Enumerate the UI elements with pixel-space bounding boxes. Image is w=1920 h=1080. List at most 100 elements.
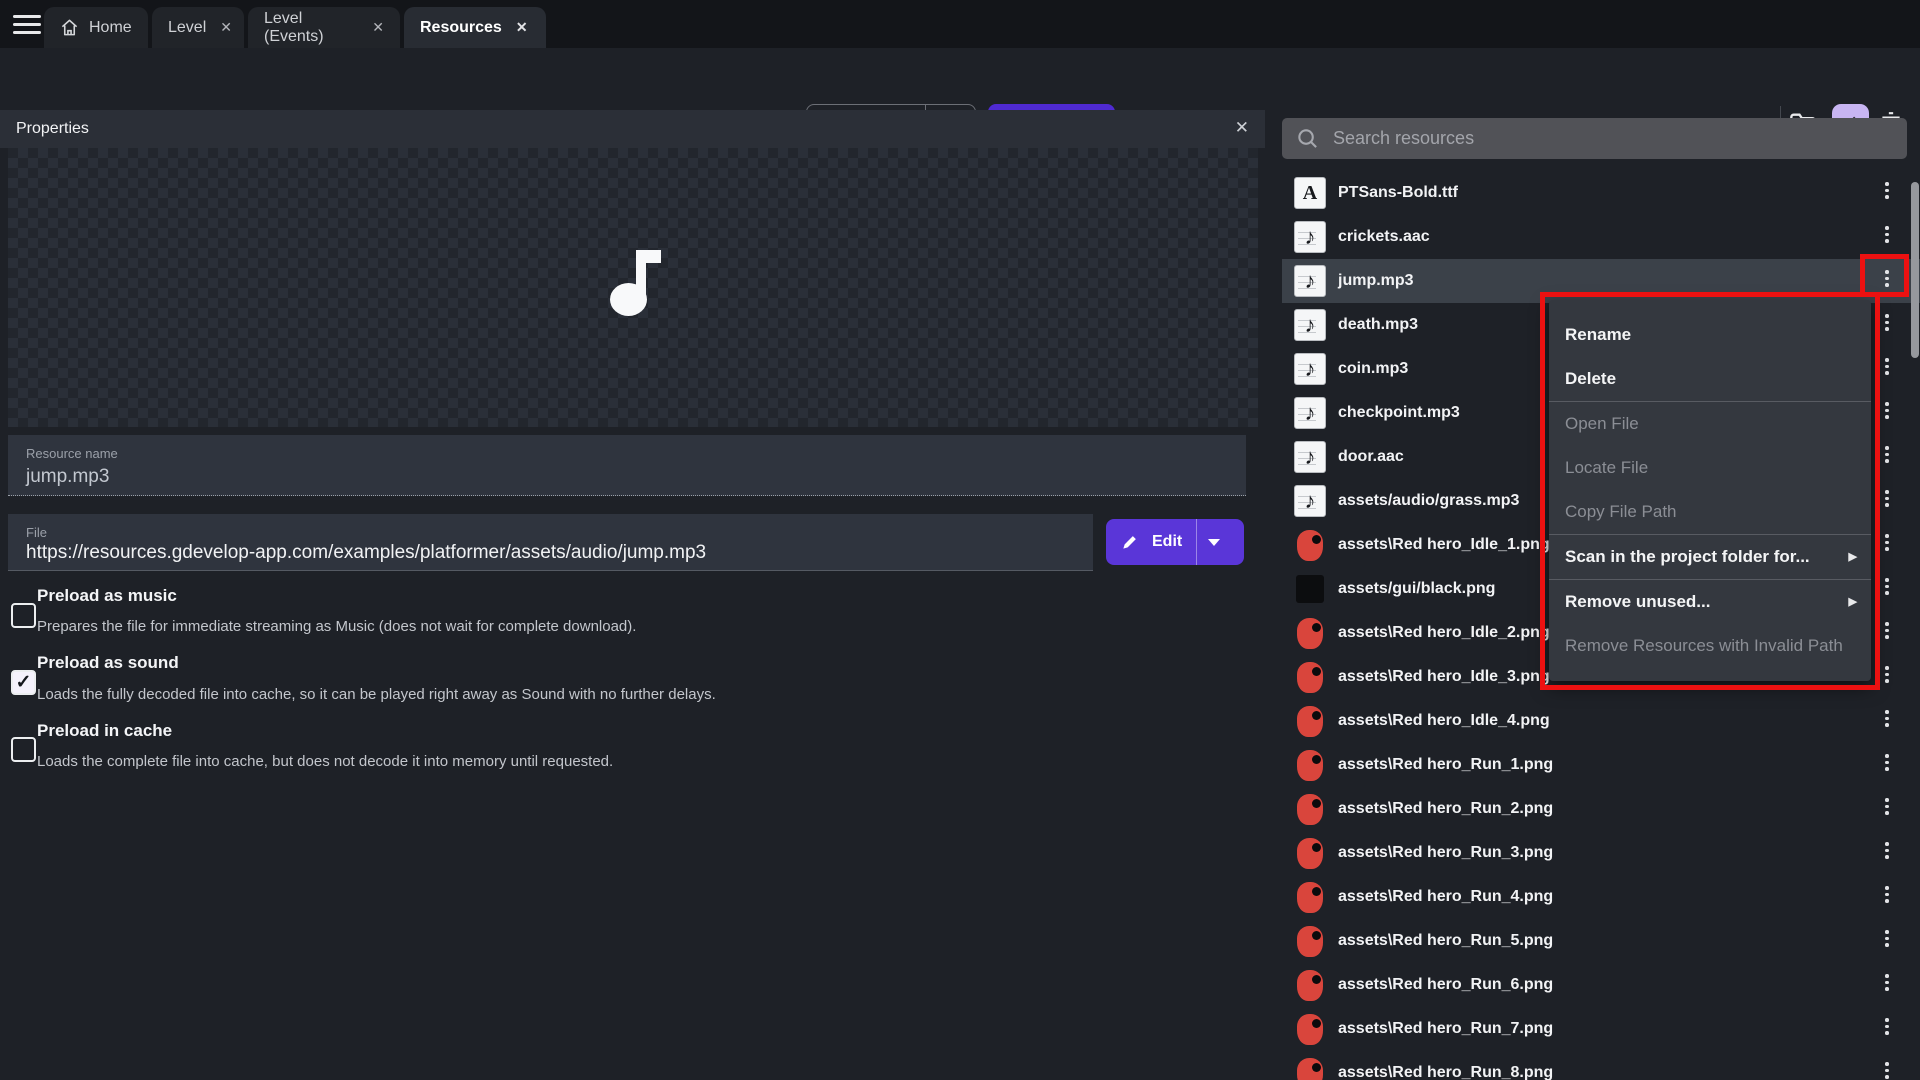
resource-name: assets\Red hero_Idle_3.png (1338, 668, 1550, 686)
kebab-menu-icon[interactable] (1878, 226, 1896, 248)
kebab-menu-icon[interactable] (1878, 886, 1896, 908)
kebab-menu-icon[interactable] (1878, 182, 1896, 204)
checkbox-label: Preload in cache (37, 721, 172, 741)
edit-split-button: Edit (1106, 519, 1244, 565)
menu-item-scan-in-the-project-folder-for[interactable]: Scan in the project folder for... ▶ (1549, 535, 1871, 579)
resource-list-item[interactable]: assets\Red hero_Run_7.png (1282, 1007, 1920, 1051)
kebab-menu-icon[interactable] (1878, 622, 1896, 644)
kebab-menu-icon[interactable] (1878, 358, 1896, 380)
checkbox-label: Preload as music (37, 586, 177, 606)
kebab-menu-icon[interactable] (1878, 710, 1896, 732)
tab-home[interactable]: Home (44, 7, 148, 48)
properties-close-icon[interactable]: ✕ (1235, 118, 1249, 138)
audio-file-icon: ♪ (1294, 265, 1326, 297)
resource-name-label: Resource name (26, 446, 118, 461)
tab-close-icon[interactable]: ✕ (516, 19, 528, 36)
home-icon (60, 18, 79, 37)
kebab-menu-icon[interactable] (1878, 798, 1896, 820)
chevron-down-icon (1208, 539, 1220, 546)
kebab-menu-icon[interactable] (1878, 490, 1896, 512)
red-hero-sprite-icon (1297, 794, 1323, 825)
resource-name-field[interactable]: Resource name jump.mp3 (8, 435, 1246, 496)
kebab-menu-icon[interactable] (1878, 402, 1896, 424)
kebab-menu-icon[interactable] (1878, 842, 1896, 864)
tab-label: Resources (420, 19, 502, 37)
checkbox[interactable] (11, 603, 36, 628)
audio-file-icon: ♪ (1294, 353, 1326, 385)
checkbox-description: Prepares the file for immediate streamin… (37, 618, 636, 635)
kebab-menu-icon[interactable] (1878, 578, 1896, 600)
font-file-icon: A (1294, 177, 1326, 209)
resource-name: assets\Red hero_Run_2.png (1338, 800, 1553, 818)
checkbox[interactable] (11, 737, 36, 762)
kebab-menu-icon[interactable] (1878, 270, 1896, 292)
menu-item-remove-unused[interactable]: Remove unused... ▶ (1549, 580, 1871, 624)
resource-list-item[interactable]: ♪ crickets.aac (1282, 215, 1920, 259)
kebab-menu-icon[interactable] (1878, 666, 1896, 688)
resource-list-item[interactable]: assets\Red hero_Run_3.png (1282, 831, 1920, 875)
kebab-menu-icon[interactable] (1878, 314, 1896, 336)
black-image-icon (1296, 575, 1324, 603)
resource-name: assets\Red hero_Run_1.png (1338, 756, 1553, 774)
file-field[interactable]: File https://resources.gdevelop-app.com/… (8, 514, 1093, 571)
resource-list-item[interactable]: assets\Red hero_Run_4.png (1282, 875, 1920, 919)
kebab-menu-icon[interactable] (1878, 930, 1896, 952)
kebab-menu-icon[interactable] (1878, 1062, 1896, 1080)
resource-list-item[interactable]: ♪ jump.mp3 (1282, 259, 1920, 303)
tab-close-icon[interactable]: ✕ (372, 19, 384, 36)
tab-bar: Home Level ✕ Level (Events) ✕ Resources … (0, 0, 1920, 48)
kebab-menu-icon[interactable] (1878, 446, 1896, 468)
submenu-arrow-icon: ▶ (1849, 535, 1857, 579)
edit-button-label: Edit (1152, 533, 1182, 551)
tab-resources[interactable]: Resources ✕ (404, 7, 546, 48)
resource-name: door.aac (1338, 448, 1404, 466)
resource-list-scrollbar[interactable] (1911, 182, 1919, 358)
red-hero-sprite-icon (1297, 706, 1323, 737)
menu-item-open-file: Open File (1549, 402, 1871, 446)
edit-button[interactable]: Edit (1106, 519, 1196, 565)
checkbox-description: Loads the fully decoded file into cache,… (37, 686, 716, 703)
resource-name: jump.mp3 (1338, 272, 1414, 290)
search-bar[interactable] (1282, 118, 1907, 159)
resource-list-item[interactable]: assets\Red hero_Run_2.png (1282, 787, 1920, 831)
red-hero-sprite-icon (1297, 838, 1323, 869)
kebab-menu-icon[interactable] (1878, 974, 1896, 996)
audio-file-icon: ♪ (1294, 221, 1326, 253)
resource-list-item[interactable]: assets\Red hero_Idle_4.png (1282, 699, 1920, 743)
checkbox[interactable]: ✓ (11, 670, 36, 695)
resource-list-item[interactable]: assets\Red hero_Run_1.png (1282, 743, 1920, 787)
menu-item-copy-file-path: Copy File Path (1549, 490, 1871, 534)
properties-panel-title: Properties (16, 120, 89, 138)
resource-list-item[interactable]: assets\Red hero_Run_6.png (1282, 963, 1920, 1007)
kebab-menu-icon[interactable] (1878, 1018, 1896, 1040)
audio-file-icon: ♪ (1294, 309, 1326, 341)
red-hero-sprite-icon (1297, 530, 1323, 561)
resource-name: PTSans-Bold.ttf (1338, 184, 1458, 202)
resource-list-item[interactable]: assets\Red hero_Run_5.png (1282, 919, 1920, 963)
edit-options-dropdown[interactable] (1197, 519, 1231, 565)
resource-name: assets\Red hero_Run_5.png (1338, 932, 1553, 950)
resource-name: death.mp3 (1338, 316, 1418, 334)
main-menu-hamburger-icon[interactable] (13, 15, 41, 34)
red-hero-sprite-icon (1297, 662, 1323, 693)
red-hero-sprite-icon (1297, 1014, 1323, 1045)
audio-file-icon: ♪ (1294, 485, 1326, 517)
resource-preview-area (8, 148, 1258, 427)
resource-name: assets\Red hero_Run_3.png (1338, 844, 1553, 862)
kebab-menu-icon[interactable] (1878, 534, 1896, 556)
checkbox-description: Loads the complete file into cache, but … (37, 753, 613, 770)
kebab-menu-icon[interactable] (1878, 754, 1896, 776)
resource-name-value: jump.mp3 (26, 466, 109, 488)
tab-label: Level (168, 19, 206, 37)
tab-close-icon[interactable]: ✕ (220, 19, 232, 36)
tab-level-events-[interactable]: Level (Events) ✕ (248, 7, 400, 48)
menu-item-rename[interactable]: Rename (1549, 313, 1871, 357)
resource-list-item[interactable]: A PTSans-Bold.ttf (1282, 171, 1920, 215)
tab-level[interactable]: Level ✕ (152, 7, 244, 48)
audio-file-icon: ♪ (1294, 441, 1326, 473)
menu-item-delete[interactable]: Delete (1549, 357, 1871, 401)
resource-name: assets\Red hero_Idle_1.png (1338, 536, 1550, 554)
resource-list-item[interactable]: assets\Red hero_Run_8.png (1282, 1051, 1920, 1080)
search-input[interactable] (1333, 128, 1873, 149)
red-hero-sprite-icon (1297, 882, 1323, 913)
